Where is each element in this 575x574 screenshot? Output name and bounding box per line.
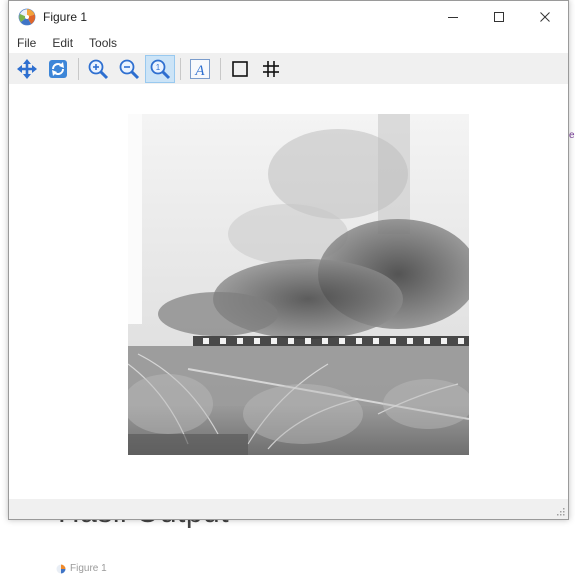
zoom-rect-icon: 1 xyxy=(150,59,171,79)
background-figure-label-text: Figure 1 xyxy=(70,563,107,574)
text-button[interactable]: A xyxy=(185,55,215,83)
square-icon xyxy=(232,60,248,77)
zoom-in-button[interactable] xyxy=(83,55,113,83)
minimize-icon xyxy=(448,17,458,18)
zoom-out-button[interactable] xyxy=(114,55,144,83)
figure-window: Figure 1 File Edit Tools 1 A xyxy=(8,0,569,520)
window-controls xyxy=(430,1,568,33)
grid-icon xyxy=(263,60,279,77)
toolbar-separator xyxy=(220,57,221,80)
minimize-button[interactable] xyxy=(430,1,476,33)
grayscale-photo-image xyxy=(128,114,469,455)
status-bar xyxy=(9,499,568,519)
toolbar-separator xyxy=(78,57,79,80)
window-title: Figure 1 xyxy=(43,10,88,24)
menu-bar: File Edit Tools xyxy=(9,33,568,53)
menu-edit[interactable]: Edit xyxy=(44,36,81,50)
background-figure-label: Figure 1 xyxy=(56,563,107,574)
toolbar-separator xyxy=(180,57,181,80)
background-edge-mark: e xyxy=(569,130,575,141)
figure-canvas[interactable] xyxy=(9,84,568,500)
matplotlib-logo-icon xyxy=(56,564,66,573)
menu-file[interactable]: File xyxy=(9,36,44,50)
close-button[interactable] xyxy=(522,1,568,33)
box-button[interactable] xyxy=(225,55,255,83)
menu-tools[interactable]: Tools xyxy=(81,36,125,50)
title-bar[interactable]: Figure 1 xyxy=(9,1,568,33)
reset-button[interactable] xyxy=(43,55,73,83)
resize-grip-icon[interactable] xyxy=(555,506,565,516)
zoom-out-icon xyxy=(119,59,140,79)
maximize-icon xyxy=(494,12,504,22)
text-icon: A xyxy=(190,58,210,79)
matplotlib-logo-icon xyxy=(18,8,36,26)
zoom-rect-button[interactable]: 1 xyxy=(145,54,175,83)
zoom-in-icon xyxy=(88,59,109,79)
svg-text:1: 1 xyxy=(156,63,161,72)
grid-button[interactable] xyxy=(256,55,286,83)
maximize-button[interactable] xyxy=(476,1,522,33)
close-icon xyxy=(540,12,550,22)
pan-button[interactable] xyxy=(12,55,42,83)
toolbar: 1 A xyxy=(9,53,568,84)
refresh-icon xyxy=(49,59,67,78)
svg-text:A: A xyxy=(194,63,205,79)
pan-arrows-icon xyxy=(17,58,37,79)
